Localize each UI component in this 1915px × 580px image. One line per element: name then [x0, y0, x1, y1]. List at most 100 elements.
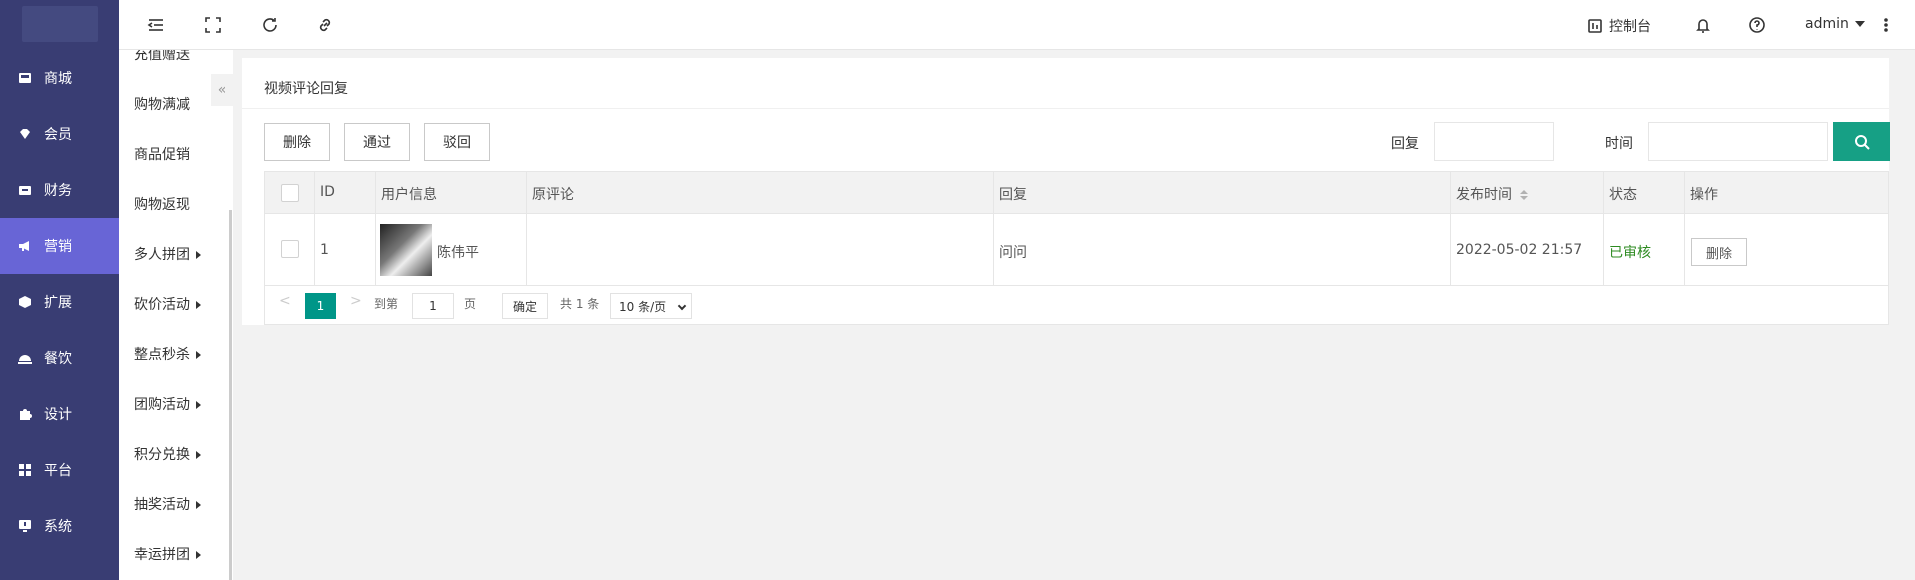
goto-label: 到第	[374, 297, 399, 311]
nav-item-extension[interactable]: 扩展	[0, 274, 119, 330]
nav-item-design[interactable]: 设计	[0, 386, 119, 442]
subnav-item-points-exchange[interactable]: 积分兑换	[134, 444, 201, 464]
expand-arrow-icon	[196, 501, 201, 509]
time-filter-input[interactable]	[1648, 122, 1828, 161]
search-icon	[1854, 134, 1870, 150]
column-header-id: ID	[320, 184, 335, 200]
expand-arrow-icon	[196, 451, 201, 459]
goto-confirm-button[interactable]: 确定	[502, 293, 548, 319]
expand-arrow-icon	[196, 401, 201, 409]
grid-icon	[18, 463, 32, 477]
subnav-item-team-buy[interactable]: 团购活动	[134, 394, 201, 414]
row-reply: 问问	[999, 245, 1027, 261]
username: admin	[1805, 16, 1849, 32]
nav-item-marketing[interactable]: 营销	[0, 218, 119, 274]
page-size-select[interactable]: 10 条/页	[610, 293, 692, 319]
link-icon[interactable]	[315, 15, 335, 35]
nav-label: 平台	[44, 463, 72, 479]
divider	[242, 108, 1889, 109]
avatar	[380, 224, 432, 276]
reply-filter-input[interactable]	[1434, 122, 1554, 161]
monitor-icon	[18, 519, 32, 533]
expand-arrow-icon	[196, 351, 201, 359]
nav-label: 营销	[44, 239, 72, 255]
help-icon[interactable]	[1747, 15, 1767, 35]
col-divider	[1603, 172, 1604, 285]
table-header	[265, 172, 1888, 214]
approve-button[interactable]: 通过	[344, 123, 410, 161]
total-count: 共 1 条	[560, 297, 600, 311]
page-title: 视频评论回复	[264, 81, 348, 97]
nav-item-platform[interactable]: 平台	[0, 442, 119, 498]
refresh-icon[interactable]	[260, 15, 280, 35]
subnav-item-cashback[interactable]: 购物返现	[134, 194, 190, 214]
diamond-icon	[18, 127, 32, 141]
reject-button[interactable]: 驳回	[424, 123, 490, 161]
nav-label: 扩展	[44, 295, 72, 311]
nav-label: 商城	[44, 71, 72, 87]
column-header-action: 操作	[1690, 187, 1718, 203]
status-badge: 已审核	[1609, 245, 1651, 261]
subnav-item-group-buy[interactable]: 多人拼团	[134, 244, 201, 264]
col-divider	[993, 172, 994, 285]
subnav-item-lottery[interactable]: 抽奖活动	[134, 494, 201, 514]
dashboard-icon	[1588, 19, 1602, 33]
delete-button[interactable]: 删除	[264, 123, 330, 161]
console-label: 控制台	[1609, 19, 1651, 35]
row-checkbox[interactable]	[281, 240, 299, 258]
prev-page-button[interactable]: <	[279, 293, 291, 309]
search-button[interactable]	[1833, 122, 1890, 161]
wallet-icon	[18, 183, 32, 197]
sidebar-scrollbar[interactable]	[229, 210, 232, 580]
nav-item-store[interactable]: 商城	[0, 50, 119, 106]
store-icon	[18, 71, 32, 85]
col-divider	[314, 172, 315, 285]
col-divider	[375, 172, 376, 285]
col-divider	[526, 172, 527, 285]
row-time: 2022-05-02 21:57	[1456, 242, 1583, 258]
puzzle-icon	[18, 407, 32, 421]
dish-icon	[18, 351, 32, 365]
chevron-down-icon	[677, 301, 687, 311]
bell-icon[interactable]	[1693, 15, 1713, 35]
fullscreen-icon[interactable]	[203, 15, 223, 35]
column-header-reply: 回复	[999, 187, 1027, 203]
user-menu[interactable]: admin	[1805, 16, 1865, 32]
megaphone-icon	[18, 239, 32, 253]
nav-item-finance[interactable]: 财务	[0, 162, 119, 218]
nav-item-catering[interactable]: 餐饮	[0, 330, 119, 386]
column-header-time[interactable]: 发布时间	[1456, 184, 1528, 204]
nav-item-member[interactable]: 会员	[0, 106, 119, 162]
subnav-item-full-reduction[interactable]: 购物满减	[134, 94, 190, 114]
goto-page-input[interactable]: 1	[412, 293, 454, 319]
sort-icon[interactable]	[1520, 190, 1528, 200]
subnav-item-flash-sale[interactable]: 整点秒杀	[134, 344, 201, 364]
page-unit-label: 页	[464, 297, 477, 311]
reply-filter-label: 回复	[1391, 136, 1419, 152]
subnav-item-promotion[interactable]: 商品促销	[134, 144, 190, 164]
next-page-button[interactable]: >	[350, 293, 362, 309]
page-1-button[interactable]: 1	[305, 293, 336, 319]
primary-sidebar: 商城 会员 财务 营销 扩展 餐饮 设计 平台 系统	[0, 0, 119, 580]
column-header-user: 用户信息	[381, 187, 437, 203]
caret-down-icon	[1854, 21, 1865, 27]
top-bar: 控制台 admin	[119, 0, 1915, 50]
nav-label: 餐饮	[44, 351, 72, 367]
nav-label: 设计	[44, 407, 72, 423]
col-divider	[1450, 172, 1451, 285]
console-link[interactable]: 控制台	[1587, 16, 1651, 36]
nav-item-system[interactable]: 系统	[0, 498, 119, 554]
collapse-sidebar-button[interactable]: «	[211, 74, 233, 106]
expand-arrow-icon	[196, 551, 201, 559]
row-user-name: 陈伟平	[437, 245, 479, 261]
more-vertical-icon[interactable]	[1881, 15, 1891, 35]
subnav-item-lucky-group[interactable]: 幸运拼团	[134, 544, 201, 564]
select-all-checkbox[interactable]	[281, 184, 299, 202]
menu-fold-icon[interactable]	[146, 15, 166, 35]
col-divider	[1684, 172, 1685, 285]
nav-label: 财务	[44, 183, 72, 199]
cube-icon	[18, 295, 32, 309]
expand-arrow-icon	[196, 251, 201, 259]
subnav-item-bargain[interactable]: 砍价活动	[134, 294, 201, 314]
row-delete-button[interactable]: 删除	[1691, 238, 1747, 266]
